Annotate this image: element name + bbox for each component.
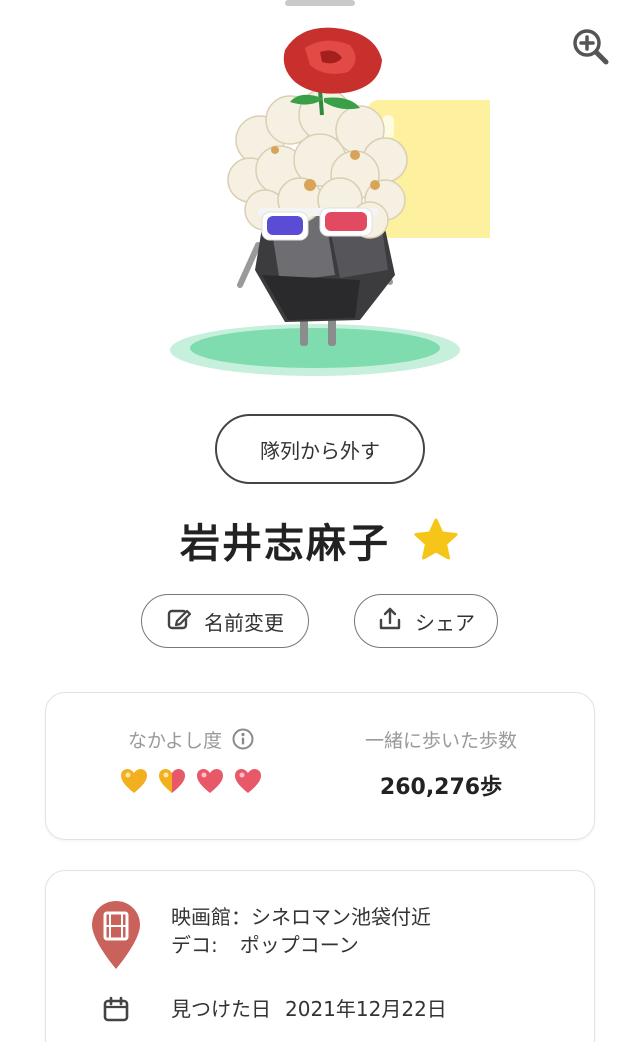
place-line: 映画館：シネロマン池袋付近 — [171, 905, 431, 929]
film-location-pin-icon — [88, 899, 144, 971]
deco-value: ポップコーン — [239, 933, 359, 957]
deco-label: デコ: — [171, 933, 218, 957]
star-icon[interactable] — [412, 516, 460, 564]
share-label: シェア — [415, 610, 475, 635]
leave-party-button[interactable]: 隊列から外す — [215, 414, 425, 484]
found-date: 2021年12月22日 — [285, 997, 447, 1021]
share-icon — [377, 606, 403, 637]
rename-button[interactable]: 名前変更 — [141, 594, 309, 648]
info-icon[interactable] — [232, 728, 254, 750]
pikmin-name: 岩井志麻子 — [180, 521, 390, 567]
origin-info: 映画館：シネロマン池袋付近 デコ: ポップコーン — [171, 903, 431, 959]
zoom-in-icon[interactable] — [570, 26, 610, 66]
deco-line: デコ: ポップコーン — [171, 931, 431, 959]
edit-icon — [166, 606, 192, 637]
friendship-hearts — [106, 767, 276, 795]
friendship-label: なかよし度 — [127, 729, 223, 752]
found-date-row: 見つけた日 2021年12月22日 — [171, 993, 447, 1022]
found-label: 見つけた日 — [171, 997, 271, 1021]
heart-icon — [159, 769, 185, 793]
pikmin-illustration — [150, 20, 507, 390]
action-buttons: 名前変更 シェア — [0, 594, 640, 650]
rename-label: 名前変更 — [204, 610, 284, 635]
sheet-drag-handle[interactable] — [285, 0, 355, 6]
friendship-section: なかよし度 — [106, 723, 276, 795]
steps-label: 一緒に歩いた歩数 — [364, 729, 517, 752]
info-card: 映画館：シネロマン池袋付近 デコ: ポップコーン 見つけた日 2021年12月2… — [45, 870, 595, 1042]
heart-icon — [197, 769, 223, 793]
calendar-icon — [102, 995, 130, 1023]
steps-value: 260,276歩 — [379, 775, 503, 800]
pikmin-name-row: 岩井志麻子 — [0, 508, 640, 572]
stats-card: なかよし度 一緒に歩いた歩数 260,276歩 — [45, 692, 595, 840]
leave-party-label: 隊列から外す — [260, 438, 380, 463]
share-button[interactable]: シェア — [354, 594, 498, 648]
pikmin-detail-screen: 隊列から外す 岩井志麻子 名前変更 シェア なかよし度 一緒に歩いた歩数 260… — [0, 0, 640, 1042]
steps-section: 一緒に歩いた歩数 260,276歩 — [346, 723, 536, 801]
heart-icon — [235, 769, 261, 793]
heart-icon — [121, 769, 147, 793]
